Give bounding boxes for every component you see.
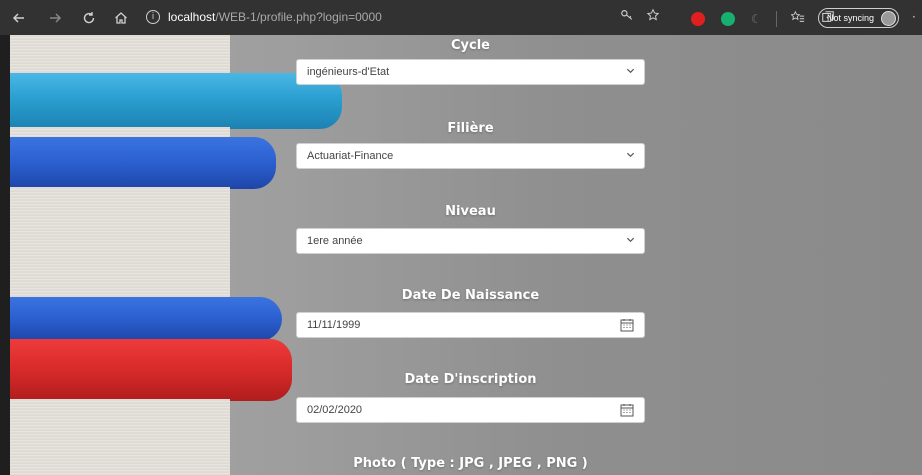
filiere-select[interactable]: Actuariat-Finance (296, 143, 645, 169)
favorite-star-icon[interactable] (646, 8, 660, 25)
key-icon[interactable] (620, 8, 634, 25)
filiere-label: Filière (447, 121, 494, 136)
adblock-extension-icon[interactable] (691, 11, 705, 26)
toolbar-separator (775, 10, 777, 27)
niveau-label: Niveau (445, 204, 496, 219)
grammarly-extension-icon[interactable] (721, 11, 735, 26)
more-menu-icon[interactable]: · (912, 10, 916, 24)
photo-label: Photo ( Type : JPG , JPEG , PNG ) (353, 456, 588, 471)
cycle-value: ingénieurs-d'Etat (307, 66, 390, 78)
date-inscription-input[interactable]: 02/02/2020 (296, 397, 645, 423)
book-cover-blue (10, 297, 282, 341)
browser-toolbar: i localhost /WEB-1/profile.php?login=000… (0, 0, 922, 35)
book-cover-blue (10, 137, 276, 189)
book-pages (10, 35, 230, 75)
cycle-label: Cycle (451, 38, 490, 53)
url-path: /WEB-1/profile.php?login=0000 (215, 10, 382, 24)
date-inscription-value: 02/02/2020 (307, 404, 363, 416)
page-viewport: Cycle ingénieurs-d'Etat Filière Actuaria… (10, 35, 922, 475)
niveau-value: 1ere année (307, 235, 363, 247)
chevron-down-icon (626, 235, 636, 245)
sync-status-label: Not syncing (827, 13, 875, 23)
date-naissance-input[interactable]: 11/11/1999 (296, 312, 645, 338)
date-naissance-value: 11/11/1999 (307, 319, 361, 331)
forward-arrow-icon[interactable] (44, 7, 66, 29)
book-cover-red (10, 339, 292, 401)
date-inscription-label: Date D'inscription (404, 372, 537, 387)
back-arrow-icon[interactable] (8, 7, 30, 29)
profile-sync-button[interactable]: Not syncing (818, 8, 900, 28)
moon-extension-icon[interactable]: ☾ (751, 12, 762, 26)
address-bar[interactable]: i localhost /WEB-1/profile.php?login=000… (146, 5, 660, 29)
info-icon[interactable]: i (146, 10, 160, 24)
book-pages (10, 399, 230, 475)
book-cover-cyan (10, 73, 342, 129)
chevron-down-icon (626, 66, 636, 76)
url-host: localhost (168, 10, 216, 24)
niveau-select[interactable]: 1ere année (296, 228, 645, 254)
calendar-icon[interactable] (620, 403, 634, 417)
address-bar-actions (620, 8, 660, 25)
avatar (881, 11, 897, 26)
chevron-down-icon (626, 150, 636, 160)
home-icon[interactable] (110, 7, 132, 29)
filiere-value: Actuariat-Finance (307, 150, 394, 162)
calendar-icon[interactable] (620, 318, 634, 332)
cycle-select[interactable]: ingénieurs-d'Etat (296, 59, 645, 85)
date-naissance-label: Date De Naissance (401, 288, 540, 303)
favorites-icon[interactable] (790, 10, 805, 27)
refresh-icon[interactable] (78, 7, 100, 29)
book-pages (10, 187, 230, 299)
